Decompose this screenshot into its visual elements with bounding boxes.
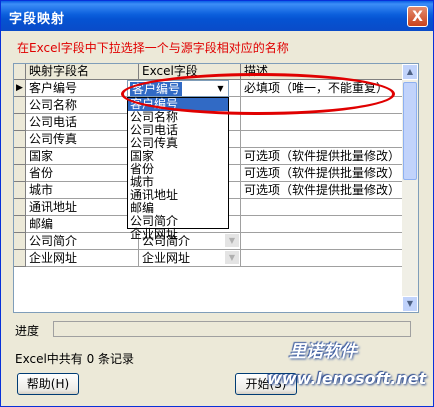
row-header[interactable] [14, 165, 26, 182]
description-cell [241, 114, 404, 131]
vertical-scrollbar[interactable]: ▲ ▼ [402, 64, 418, 312]
row-header[interactable] [14, 182, 26, 199]
title-bar[interactable]: 字段映射 X [1, 1, 433, 31]
excel-cell[interactable]: 企业网址 ▼ [139, 250, 241, 267]
scroll-up-icon[interactable]: ▲ [402, 64, 418, 80]
row-header[interactable] [14, 114, 26, 131]
record-count: Excel中共有 0 条记录 [15, 352, 135, 366]
row-header[interactable] [14, 148, 26, 165]
field-cell: 国家 [26, 148, 139, 165]
window-title: 字段映射 [9, 12, 66, 27]
row-header[interactable] [14, 97, 26, 114]
row-header[interactable] [14, 199, 26, 216]
help-button[interactable]: 帮助(H) [17, 373, 79, 395]
description-cell [241, 131, 404, 148]
field-cell: 公司名称 [26, 97, 139, 114]
description-cell: 可选项（软件提供批量修改） [241, 148, 404, 165]
dropdown-option[interactable]: 企业网址 [128, 228, 228, 241]
field-cell: 企业网址 [26, 250, 139, 267]
row-header[interactable] [14, 250, 26, 267]
description-cell [241, 250, 404, 267]
field-cell: 城市 [26, 182, 139, 199]
current-row-marker: ▶ [14, 80, 26, 97]
description-cell [241, 216, 404, 233]
description-cell [241, 199, 404, 216]
field-cell: 公司电话 [26, 114, 139, 131]
field-cell: 通讯地址 [26, 199, 139, 216]
row-header-corner [14, 64, 26, 80]
field-mapping-dialog: 字段映射 X 在Excel字段中下拉选择一个与源字段相对应的名称 映射字段名 E… [0, 0, 434, 407]
field-cell: 公司简介 [26, 233, 139, 250]
progress-bar [53, 321, 411, 337]
dropdown-arrow-icon[interactable]: ▼ [225, 251, 239, 264]
field-cell: 省份 [26, 165, 139, 182]
row-header[interactable] [14, 131, 26, 148]
column-header-field[interactable]: 映射字段名 [26, 64, 139, 80]
progress-label: 进度 [15, 324, 40, 338]
excel-cell-value: 企业网址 [142, 251, 191, 265]
watermark-url: www.lenosoft.net [267, 369, 427, 388]
watermark-brand: 里诺软件 [289, 342, 357, 362]
excel-field-dropdown: 客户编号 公司名称 公司电话 公司传真 国家 省份 城市 通讯地址 邮编 公司简… [127, 97, 229, 241]
description-cell: 可选项（软件提供批量修改） [241, 182, 404, 199]
field-cell: 邮编 [26, 216, 139, 233]
close-button[interactable]: X [407, 6, 428, 27]
field-cell: 公司传真 [26, 131, 139, 148]
scroll-thumb[interactable] [403, 82, 417, 180]
scroll-down-icon[interactable]: ▼ [402, 296, 418, 312]
annotation-oval [121, 73, 395, 115]
instruction-text: 在Excel字段中下拉选择一个与源字段相对应的名称 [17, 41, 289, 55]
row-header[interactable] [14, 233, 26, 250]
description-cell: 可选项（软件提供批量修改） [241, 165, 404, 182]
description-cell [241, 233, 404, 250]
row-header[interactable] [14, 216, 26, 233]
